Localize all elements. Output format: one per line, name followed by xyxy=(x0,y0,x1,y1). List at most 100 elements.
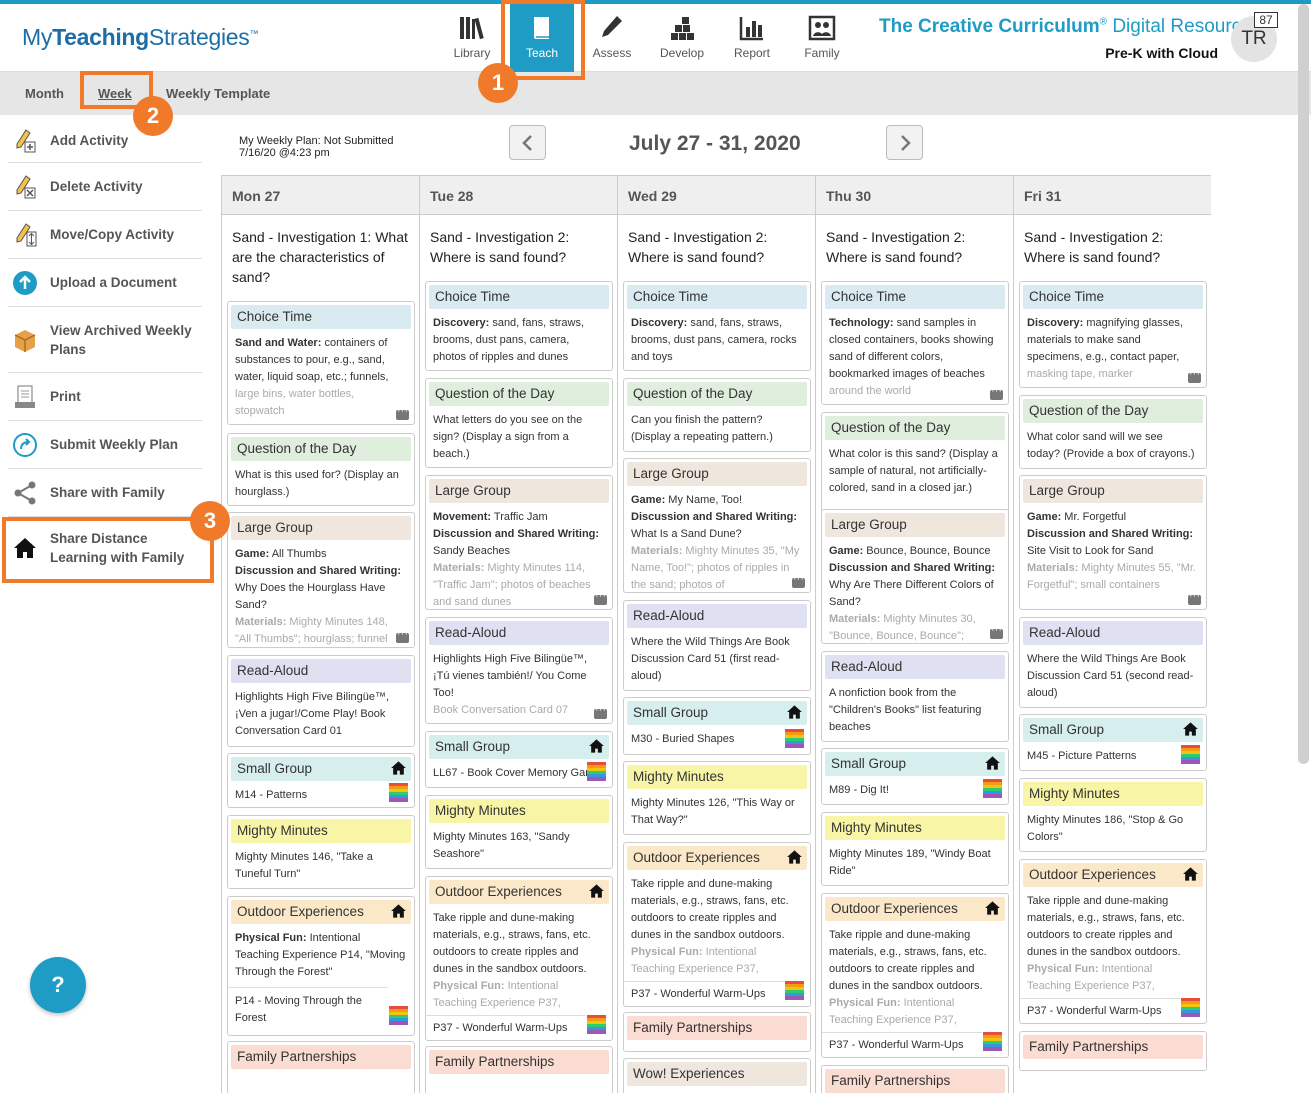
activity-card-family-partnerships[interactable]: Family Partnerships xyxy=(425,1046,613,1093)
card-header: Choice Time xyxy=(231,305,411,329)
more-icon[interactable] xyxy=(594,590,607,605)
nav-report[interactable]: Report xyxy=(720,4,784,72)
pencil-move-icon xyxy=(11,221,39,249)
activity-card-outdoor-experiences[interactable]: Outdoor Experiences Take ripple and dune… xyxy=(821,893,1009,1058)
activity-card-family-partnerships[interactable]: Family Partnerships xyxy=(623,1012,811,1052)
activity-card-wow-experiences[interactable]: Wow! Experiences xyxy=(623,1058,811,1093)
more-icon[interactable] xyxy=(792,573,805,588)
bar-chart-icon xyxy=(739,17,763,41)
logo[interactable]: MyTeachingStrategies™ xyxy=(22,24,258,51)
next-week-button[interactable] xyxy=(886,125,923,160)
activity-card-read-aloud[interactable]: Read-Aloud Where the Wild Things Are Boo… xyxy=(623,600,811,691)
activity-card-mighty-minutes[interactable]: Mighty Minutes Mighty Minutes 126, "This… xyxy=(623,761,811,835)
annotation-step-2: 2 xyxy=(133,96,173,136)
date-range: July 27 - 31, 2020 xyxy=(629,132,801,155)
activity-card-mighty-minutes[interactable]: Mighty Minutes Mighty Minutes 186, "Stop… xyxy=(1019,778,1207,852)
chevron-right-icon xyxy=(900,134,911,151)
card-header: Question of the Day xyxy=(231,437,411,461)
home-icon xyxy=(985,901,1000,915)
activity-card-choice-time[interactable]: Choice Time Sand and Water: containers o… xyxy=(227,301,415,425)
activity-card-choice-time[interactable]: Choice Time Discovery: sand, fans, straw… xyxy=(425,281,613,371)
more-icon[interactable] xyxy=(594,704,607,719)
activity-card-read-aloud[interactable]: Read-Aloud A nonfiction book from the "C… xyxy=(821,651,1009,742)
activity-card-read-aloud[interactable]: Read-Aloud Highlights High Five Bilingüe… xyxy=(227,655,415,747)
tab-month[interactable]: Month xyxy=(25,86,64,101)
activity-card-question-of-the-day[interactable]: Question of the Day What letters do you … xyxy=(425,378,613,468)
activity-card-large-group[interactable]: Large Group Game: Bounce, Bounce, Bounce… xyxy=(821,509,1009,644)
more-icon[interactable] xyxy=(990,385,1003,400)
nav-assess[interactable]: Assess xyxy=(580,4,644,72)
activity-card-question-of-the-day[interactable]: Question of the Day Can you finish the p… xyxy=(623,378,811,452)
activity-card-family-partnerships[interactable]: Family Partnerships xyxy=(821,1065,1009,1093)
activity-card-mighty-minutes[interactable]: Mighty Minutes Mighty Minutes 146, "Take… xyxy=(227,815,415,889)
nav-family[interactable]: Family xyxy=(790,4,854,72)
card-header: Question of the Day xyxy=(825,416,1005,440)
more-icon[interactable] xyxy=(1188,590,1201,605)
print-icon xyxy=(11,383,39,411)
activity-card-choice-time[interactable]: Choice Time Technology: sand samples in … xyxy=(821,281,1009,405)
activity-card-small-group[interactable]: Small Group M30 - Buried Shapes xyxy=(623,697,811,755)
card-header: Large Group xyxy=(825,513,1005,537)
nav-develop[interactable]: Develop xyxy=(650,4,714,72)
pencil-delete-icon xyxy=(11,173,39,201)
activity-card-outdoor-experiences[interactable]: Outdoor Experiences Take ripple and dune… xyxy=(425,876,613,1041)
activity-card-outdoor-experiences[interactable]: Outdoor Experiences Physical Fun: Intent… xyxy=(227,896,415,1036)
help-button[interactable]: ? xyxy=(30,957,86,1013)
sidebar-item-submit-weekly-plan[interactable]: Submit Weekly Plan xyxy=(8,421,202,469)
tab-weekly-template[interactable]: Weekly Template xyxy=(166,86,270,101)
day-theme: Sand - Investigation 2: Where is sand fo… xyxy=(826,229,966,265)
more-icon[interactable] xyxy=(396,405,409,420)
activity-card-mighty-minutes[interactable]: Mighty Minutes Mighty Minutes 189, "Wind… xyxy=(821,812,1009,886)
activity-card-large-group[interactable]: Large Group Movement: Traffic Jam Discuss… xyxy=(425,475,613,610)
home-icon xyxy=(787,850,802,864)
activity-card-family-partnerships[interactable]: Family Partnerships xyxy=(1019,1031,1207,1071)
scrollbar[interactable] xyxy=(1298,4,1309,764)
activity-card-read-aloud[interactable]: Read-Aloud Highlights High Five Bilingüe… xyxy=(425,617,613,724)
activity-card-small-group[interactable]: Small Group M45 - Picture Patterns xyxy=(1019,714,1207,771)
activity-card-choice-time[interactable]: Choice Time Discovery: magnifying glasse… xyxy=(1019,281,1207,388)
activity-card-large-group[interactable]: Large Group Game: All Thumbs Discussion a… xyxy=(227,512,415,648)
activity-card-small-group[interactable]: Small Group M14 - Patterns xyxy=(227,753,415,808)
activity-card-read-aloud[interactable]: Read-Aloud Where the Wild Things Are Boo… xyxy=(1019,617,1207,708)
nav-label: Report xyxy=(733,46,771,60)
sidebar-item-upload-document[interactable]: Upload a Document xyxy=(8,259,202,307)
nav-label: Assess xyxy=(592,46,632,60)
sidebar-item-print[interactable]: Print xyxy=(8,373,202,421)
card-header: Family Partnerships xyxy=(825,1069,1005,1093)
rainbow-stack-icon xyxy=(1181,745,1200,764)
card-header: Large Group xyxy=(231,516,411,540)
sidebar-item-delete-activity[interactable]: Delete Activity xyxy=(8,163,202,211)
activity-card-choice-time[interactable]: Choice Time Discovery: sand, fans, straw… xyxy=(623,281,811,371)
sidebar-item-view-archived[interactable]: View Archived Weekly Plans xyxy=(8,307,202,373)
sidebar-item-add-activity[interactable]: Add Activity xyxy=(8,119,202,163)
nav-library[interactable]: Library xyxy=(440,4,504,72)
day-header-tue: Tue 28 xyxy=(420,175,618,215)
card-header: Choice Time xyxy=(825,285,1005,309)
more-icon[interactable] xyxy=(1188,368,1201,383)
books-icon xyxy=(460,17,484,40)
more-icon[interactable] xyxy=(396,628,409,643)
activity-card-outdoor-experiences[interactable]: Outdoor Experiences Take ripple and dune… xyxy=(1019,859,1207,1024)
activity-card-family-partnerships[interactable]: Family Partnerships xyxy=(227,1041,415,1093)
sidebar-item-share-with-family[interactable]: Share with Family xyxy=(8,469,202,517)
card-header: Family Partnerships xyxy=(231,1045,411,1069)
day-column-tue: Sand - Investigation 2: Where is sand fo… xyxy=(420,215,618,1093)
plan-status: My Weekly Plan: Not Submitted 7/16/20 @4… xyxy=(239,135,394,159)
previous-week-button[interactable] xyxy=(509,125,546,160)
notification-badge[interactable]: 87 xyxy=(1254,12,1278,28)
home-icon xyxy=(1183,722,1198,736)
activity-card-outdoor-experiences[interactable]: Outdoor Experiences Take ripple and dune… xyxy=(623,842,811,1007)
day-column-mon: Sand - Investigation 1: What are the cha… xyxy=(221,215,420,1093)
activity-card-question-of-the-day[interactable]: Question of the Day What color is this s… xyxy=(821,412,1009,519)
activity-card-large-group[interactable]: Large Group Game: Mr. Forgetful Discussio… xyxy=(1019,475,1207,610)
sidebar-item-move-copy-activity[interactable]: Move/Copy Activity xyxy=(8,211,202,259)
activity-card-small-group[interactable]: Small Group M89 - Dig It! xyxy=(821,748,1009,805)
activity-card-question-of-the-day[interactable]: Question of the Day What is this used fo… xyxy=(227,433,415,506)
rainbow-stack-icon xyxy=(389,783,408,802)
activity-card-large-group[interactable]: Large Group Game: My Name, Too! Discussio… xyxy=(623,458,811,593)
activity-card-mighty-minutes[interactable]: Mighty Minutes Mighty Minutes 163, "Sand… xyxy=(425,795,613,869)
activity-card-question-of-the-day[interactable]: Question of the Day What color sand will… xyxy=(1019,395,1207,469)
activity-card-small-group[interactable]: Small Group LL67 - Book Cover Memory Gam… xyxy=(425,731,613,788)
more-icon[interactable] xyxy=(990,624,1003,639)
rainbow-stack-icon xyxy=(983,779,1002,798)
